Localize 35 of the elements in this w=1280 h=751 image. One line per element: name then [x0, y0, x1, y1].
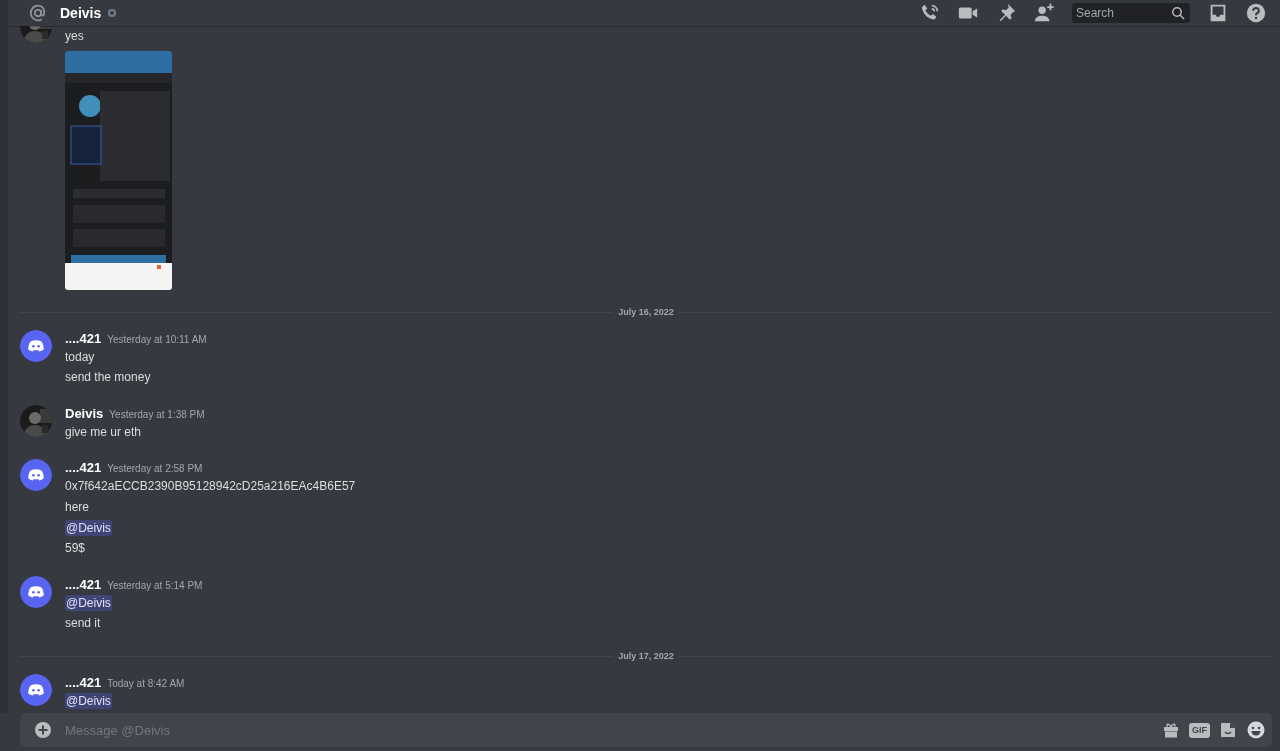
author-name[interactable]: ....421 [65, 673, 102, 691]
search-field[interactable]: Search [1072, 3, 1190, 23]
avatar-icon[interactable] [20, 329, 52, 362]
avatar-icon[interactable] [20, 459, 52, 492]
author-name[interactable]: ....421 [65, 329, 102, 347]
message-text: send the money [65, 369, 151, 387]
channel-title: Deivis [60, 5, 102, 21]
timestamp: Yesterday at 2:58 PM [107, 462, 203, 477]
message-text: here [65, 498, 90, 516]
timestamp: Today at 8:42 AM [107, 676, 185, 691]
user-mention[interactable]: @Deivis [65, 692, 112, 709]
gif-button[interactable]: GIF [1189, 722, 1210, 738]
timestamp: Yesterday at 1:38 PM [109, 407, 205, 422]
search-icon [1171, 6, 1185, 20]
avatar-icon[interactable] [20, 575, 52, 608]
status-icon [107, 8, 118, 18]
message-text: send it [65, 615, 101, 633]
message-text: today [65, 348, 95, 366]
sticker-icon[interactable] [1218, 720, 1238, 740]
emoji-icon[interactable] [1246, 720, 1266, 740]
add-icon[interactable] [33, 720, 53, 740]
avatar-icon[interactable] [20, 673, 52, 706]
user-mention[interactable]: @Deivis [65, 594, 112, 611]
timestamp: Yesterday at 10:11 AM [107, 332, 207, 347]
message-text: 59$ [65, 540, 86, 558]
timestamp: Yesterday at 5:14 PM [107, 578, 203, 593]
user-mention[interactable]: @Deivis [65, 519, 112, 536]
add-friend-icon[interactable] [1033, 2, 1055, 24]
author-name[interactable]: ....421 [65, 575, 102, 593]
author-name[interactable]: Deivis [65, 404, 104, 422]
message-text: 0x7f642aECCB2390B95128942cD25a216EAc4B6E57 [65, 478, 356, 496]
help-icon[interactable] [1245, 2, 1267, 24]
author-name[interactable]: ....421 [65, 459, 102, 477]
message-text: yes [65, 28, 84, 45]
message-text: give me ur eth [65, 423, 142, 441]
